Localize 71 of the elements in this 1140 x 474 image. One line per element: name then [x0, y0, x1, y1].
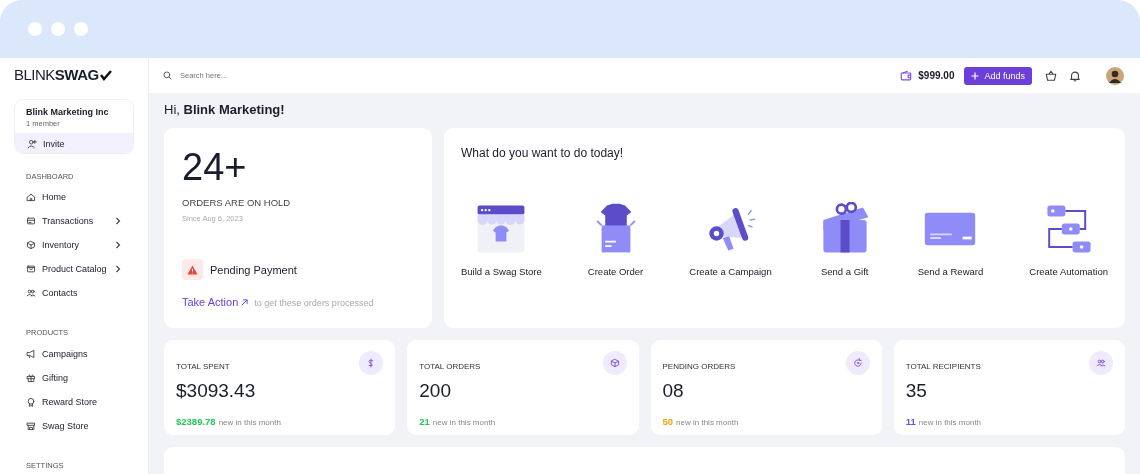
- org-name: Blink Marketing Inc: [25, 105, 110, 119]
- notification-icon[interactable]: [1069, 69, 1081, 82]
- sidebar-item[interactable]: Contacts: [14, 281, 134, 306]
- stat-title: TOTAL RECIPIENTS: [905, 362, 981, 371]
- stat-note: new in this month: [218, 418, 281, 427]
- stat-delta: 21: [419, 416, 430, 427]
- box-icon: [609, 358, 620, 368]
- medal-icon: [26, 396, 36, 407]
- arrow-up-right-icon: [241, 299, 249, 306]
- hold-count: 24+: [182, 148, 248, 186]
- avatar[interactable]: [1106, 66, 1124, 85]
- hold-label: ORDERS ARE ON HOLD: [182, 197, 292, 208]
- logo: BLINKSWAG: [14, 66, 99, 84]
- refresh-icon: [852, 358, 863, 368]
- gift-icon: [26, 372, 36, 383]
- actions-title: What do you want to do today!: [461, 146, 625, 160]
- action-note: to get these orders processed: [254, 298, 374, 308]
- sidebar-item[interactable]: Transactions: [14, 209, 134, 234]
- window-dot: [74, 22, 88, 36]
- stat-value: 35: [905, 380, 928, 402]
- stat-value: 08: [662, 380, 685, 402]
- add-user-icon: [27, 138, 37, 149]
- home-icon: [26, 191, 36, 202]
- card-icon: [26, 216, 36, 227]
- add-funds-button[interactable]: Add funds: [964, 66, 1032, 85]
- alert-text: Pending Payment: [210, 263, 297, 276]
- sidebar-item[interactable]: Reward Store: [14, 389, 134, 414]
- box-icon: [26, 240, 36, 251]
- people-icon: [1096, 358, 1106, 368]
- invite-button[interactable]: Invite: [15, 132, 133, 153]
- sidebar-item[interactable]: Home: [14, 184, 134, 209]
- stat-delta: 11: [905, 416, 916, 427]
- action-tile[interactable]: Send a Reward: [917, 202, 984, 277]
- window-dot: [51, 22, 65, 36]
- stat-title: TOTAL ORDERS: [419, 362, 481, 371]
- sidebar-item[interactable]: Product Catalog: [14, 257, 134, 282]
- action-tile[interactable]: Create Order: [587, 202, 644, 277]
- chevron-right-icon: [114, 217, 122, 226]
- action-tile[interactable]: Build a Swag Store: [461, 202, 542, 277]
- basket-icon[interactable]: [1045, 69, 1057, 82]
- window-dot: [28, 22, 42, 36]
- check-icon: [99, 68, 112, 81]
- take-action-link[interactable]: Take Action: [182, 296, 249, 308]
- stat-note: new in this month: [676, 418, 739, 427]
- action-tile[interactable]: Send a Gift: [817, 202, 872, 277]
- stat-note: new in this month: [918, 418, 982, 427]
- greeting: Hi, Blink Marketing!: [164, 102, 286, 117]
- catalog-icon: [26, 264, 36, 275]
- stat-value: 200: [419, 380, 452, 402]
- stat-title: TOTAL SPENT: [176, 362, 230, 371]
- chevron-right-icon: [114, 265, 122, 274]
- plus-icon: [971, 71, 980, 80]
- stat-title: PENDING ORDERS: [662, 362, 736, 371]
- search-icon: [163, 71, 172, 80]
- wallet-icon: [900, 69, 913, 82]
- wallet-balance: $999.00: [918, 70, 955, 81]
- sidebar-item[interactable]: Swag Store: [14, 413, 134, 438]
- action-tile[interactable]: Create Automation: [1029, 202, 1108, 277]
- stat-delta: $2389.78: [176, 416, 216, 427]
- action-tile[interactable]: Create a Campaign: [689, 202, 772, 277]
- stat-note: new in this month: [432, 418, 496, 427]
- people-icon: [26, 288, 36, 299]
- megaphone-icon: [26, 348, 36, 359]
- store-icon: [26, 420, 36, 431]
- sidebar-item[interactable]: Campaigns: [14, 341, 134, 366]
- sidebar-item[interactable]: Inventory: [14, 233, 134, 258]
- stat-delta: 50: [662, 416, 674, 427]
- sidebar-item[interactable]: Gifting: [14, 365, 134, 390]
- warning-triangle-icon: [187, 264, 198, 275]
- chevron-right-icon: [114, 241, 122, 250]
- stat-value: $3093.43: [176, 380, 257, 402]
